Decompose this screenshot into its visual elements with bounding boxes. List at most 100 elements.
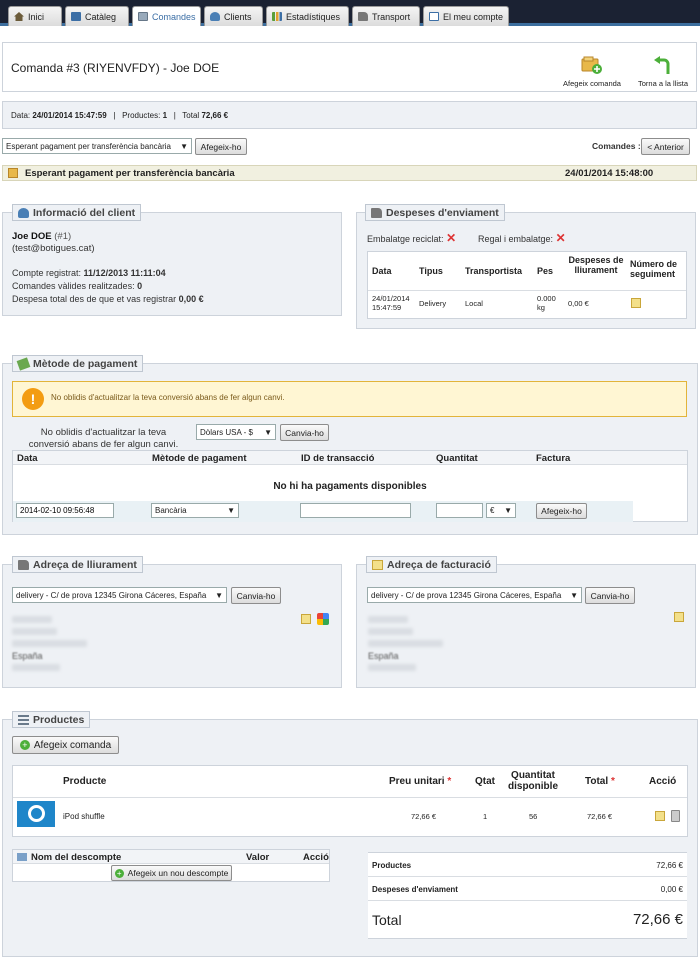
- gift-label: Regal i embalatge:: [478, 234, 554, 244]
- gift-wrapping: Regal i embalatge: ✕: [478, 231, 566, 245]
- page-title: Comanda #3 (RIYENVFDY) - Joe DOE: [11, 61, 220, 75]
- legend-label: Mètode de pagament: [33, 358, 138, 370]
- change-delivery-address-button[interactable]: Canvia-ho: [231, 587, 281, 604]
- recycled-label: Embalatge reciclat:: [367, 234, 444, 244]
- column-header: Preu unitari *: [389, 776, 451, 787]
- payment-date-input[interactable]: [16, 503, 114, 518]
- plus-icon: +: [114, 868, 124, 878]
- money-icon: [16, 357, 31, 371]
- payment-currency-select[interactable]: € ▼: [486, 503, 516, 518]
- tab-clients[interactable]: Clients: [204, 6, 263, 26]
- add-status-button[interactable]: Afegeix-ho: [195, 138, 247, 155]
- map-icon[interactable]: [317, 613, 329, 625]
- back-arrow-icon: [654, 56, 670, 74]
- edit-icon[interactable]: [631, 298, 641, 308]
- address-name-redacted: [12, 616, 52, 623]
- date-line: 24/01/2014: [372, 294, 410, 303]
- summary-total-value: 72,66 €: [632, 911, 683, 928]
- invoice-country: España: [368, 651, 399, 661]
- column-header: Transportista: [465, 266, 523, 276]
- legend-label: Adreça de lliurament: [33, 559, 137, 571]
- required-mark: *: [610, 776, 615, 787]
- unit-price-header: Preu unitari: [389, 776, 445, 787]
- payment-method-select[interactable]: Bancària ▼: [151, 503, 239, 518]
- product-name[interactable]: iPod shuffle: [63, 812, 105, 821]
- column-header: Producte: [63, 776, 107, 787]
- truck-icon: [371, 208, 382, 218]
- total-spent-value: 0,00 €: [178, 294, 204, 304]
- column-header: Qtat: [475, 776, 495, 787]
- product-total: 72,66 €: [587, 812, 613, 821]
- invoice-address-legend: Adreça de facturació: [366, 556, 497, 573]
- tab-cataleg[interactable]: Catàleg: [65, 6, 129, 26]
- address-phone-redacted: [12, 664, 60, 671]
- current-status-date: 24/01/2014 15:48:00: [565, 168, 654, 179]
- valid-orders-label: Comandes vàlides realitzades:: [12, 281, 135, 291]
- warning-text: No oblidis d'actualitzar la teva convers…: [51, 393, 285, 402]
- column-header: Tipus: [419, 266, 443, 276]
- delivery-address-legend: Adreça de lliurament: [12, 556, 143, 573]
- tab-inici[interactable]: Inici: [8, 6, 62, 26]
- products-legend: Productes: [12, 711, 91, 728]
- valid-orders-line: Comandes vàlides realitzades: 0: [12, 281, 142, 291]
- change-currency-button[interactable]: Canvia-ho: [280, 424, 329, 441]
- edit-icon[interactable]: [674, 612, 684, 622]
- client-email[interactable]: (test@botigues.cat): [12, 243, 95, 254]
- add-order-label: Afegeix comanda: [563, 79, 621, 88]
- conversion-line: No oblidis d'actualitzar la teva: [40, 427, 167, 438]
- previous-order-button[interactable]: < Anterior: [641, 138, 690, 155]
- add-payment-button[interactable]: Afegeix-ho: [536, 503, 587, 519]
- client-id: (#1): [54, 231, 72, 242]
- orders-nav-label: Comandes :: [592, 141, 641, 151]
- delivery-address-value: delivery - C/ de prova 12345 Girona Cáce…: [16, 590, 207, 600]
- product-qty: 1: [483, 812, 488, 821]
- address-phone-redacted: [368, 664, 416, 671]
- shipping-weight: 0.000 kg: [537, 294, 556, 312]
- add-order-button[interactable]: Afegeix comanda: [560, 55, 624, 88]
- add-discount-button[interactable]: + Afegeix un nou descompte: [111, 865, 232, 881]
- shipping-type: Delivery: [419, 299, 447, 308]
- stats-icon: [272, 12, 282, 21]
- tab-transport[interactable]: Transport: [352, 6, 420, 26]
- invoice-address-select[interactable]: delivery - C/ de prova 12345 Girona Cáce…: [367, 587, 582, 603]
- tab-label: Estadístiques: [286, 11, 341, 22]
- time-line: 15:47:59: [372, 303, 402, 312]
- address-name-redacted: [368, 616, 408, 623]
- total-label: Total: [182, 111, 200, 120]
- product-available: 56: [529, 812, 538, 821]
- column-header: Nom del descompte: [31, 852, 122, 863]
- total-value: 72,66 €: [201, 111, 229, 120]
- summary-total-row: Total 72,66 €: [368, 901, 687, 938]
- separator: |: [173, 111, 176, 120]
- edit-icon[interactable]: [301, 614, 311, 624]
- delivery-address-select[interactable]: delivery - C/ de prova 12345 Girona Cáce…: [12, 587, 227, 603]
- list-icon: [18, 715, 29, 725]
- shipping-date: 24/01/2014 15:47:59: [372, 294, 410, 312]
- legend-label: Productes: [33, 714, 85, 726]
- chevron-down-icon: ▼: [570, 590, 578, 600]
- transaction-id-input[interactable]: [300, 503, 411, 518]
- invoice-icon: [372, 560, 383, 570]
- summary-products-row: Productes 72,66 €: [368, 853, 687, 877]
- tab-el-meu-compte[interactable]: El meu compte: [423, 6, 509, 26]
- tab-estadistiques[interactable]: Estadístiques: [266, 6, 349, 26]
- truck-icon: [18, 560, 29, 570]
- date-label: Data:: [11, 111, 31, 120]
- current-status-label: Esperant pagament per transferència banc…: [25, 168, 235, 179]
- order-status-select[interactable]: Esperant pagament per transferència banc…: [2, 138, 192, 154]
- currency-select[interactable]: Dòlars USA - $ ▼: [196, 424, 276, 440]
- add-product-button[interactable]: + Afegeix comanda: [12, 736, 119, 754]
- tab-comandes[interactable]: Comandes: [132, 6, 201, 26]
- chevron-down-icon: ▼: [227, 506, 235, 515]
- column-header: Factura: [536, 453, 571, 464]
- tab-label: Inici: [28, 11, 45, 22]
- edit-icon[interactable]: [655, 811, 665, 821]
- tab-label: Transport: [372, 11, 411, 22]
- available-header-line: Quantitat: [511, 770, 555, 781]
- back-to-list-button[interactable]: Torna a la llista: [631, 55, 695, 88]
- change-invoice-address-button[interactable]: Canvia-ho: [585, 587, 635, 604]
- amount-input[interactable]: [436, 503, 483, 518]
- summary-total-label: Total: [372, 912, 402, 928]
- trash-icon[interactable]: [671, 810, 680, 822]
- available-header-line: disponible: [508, 781, 558, 792]
